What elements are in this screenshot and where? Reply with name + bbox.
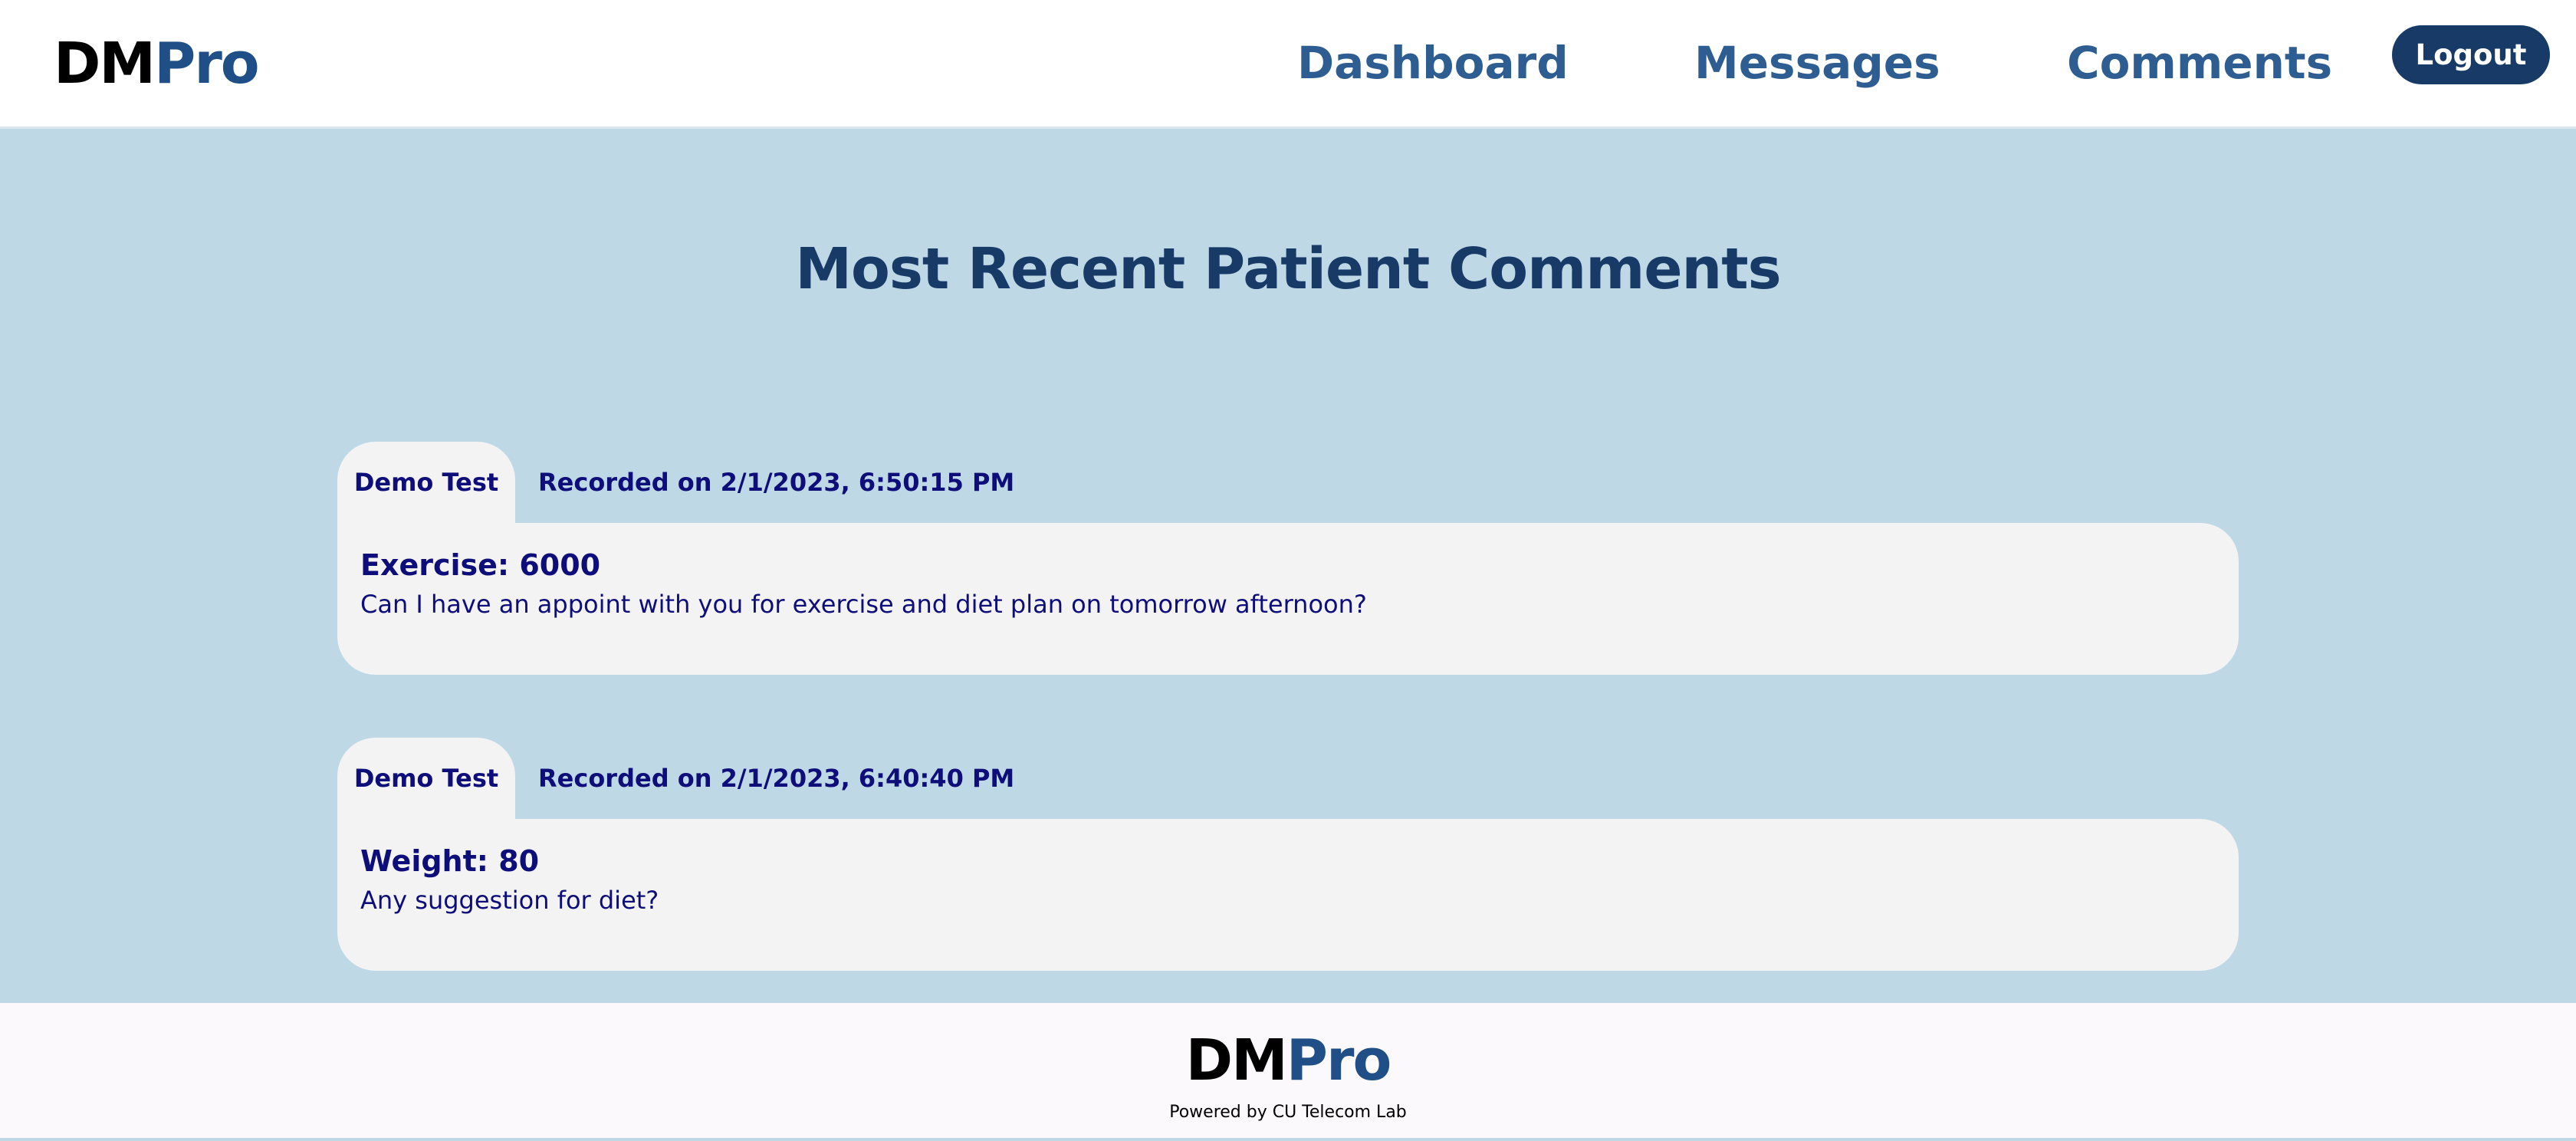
- nav-dashboard-link[interactable]: Dashboard: [1297, 34, 1569, 92]
- logo-dm-text: DM: [54, 31, 156, 97]
- footer-logo-pro-text: Pro: [1286, 1028, 1392, 1093]
- comment-body: Exercise: 6000 Can I have an appoint wit…: [337, 523, 2239, 675]
- comment-author: Demo Test: [337, 442, 515, 534]
- comment-text: Any suggestion for diet?: [360, 886, 659, 915]
- nav-messages-link[interactable]: Messages: [1694, 34, 1940, 92]
- top-header: DMPro Dashboard Messages Comments Logout: [0, 0, 2576, 129]
- logo-pro-text: Pro: [154, 31, 260, 97]
- page-title: Most Recent Patient Comments: [795, 236, 1781, 302]
- main-content: Most Recent Patient Comments Demo Test R…: [0, 129, 2576, 1003]
- app-logo[interactable]: DMPro: [54, 31, 260, 97]
- comment-body: Weight: 80 Any suggestion for diet?: [337, 819, 2239, 971]
- comment-metric: Weight: 80: [360, 844, 540, 878]
- logout-button[interactable]: Logout: [2392, 25, 2550, 84]
- powered-by-text: Powered by CU Telecom Lab: [1169, 1103, 1407, 1122]
- comment-recorded-time: Recorded on 2/1/2023, 6:40:40 PM: [538, 764, 1015, 793]
- footer-logo-dm-text: DM: [1185, 1028, 1288, 1093]
- comment-recorded-time: Recorded on 2/1/2023, 6:50:15 PM: [538, 468, 1015, 497]
- comment-metric: Exercise: 6000: [360, 548, 601, 582]
- comment-text: Can I have an appoint with you for exerc…: [360, 590, 1367, 619]
- page-footer: DMPro Powered by CU Telecom Lab: [0, 1003, 2576, 1141]
- footer-logo: DMPro: [0, 1028, 2576, 1093]
- comment-author: Demo Test: [337, 738, 515, 830]
- nav-comments-link[interactable]: Comments: [2067, 34, 2332, 92]
